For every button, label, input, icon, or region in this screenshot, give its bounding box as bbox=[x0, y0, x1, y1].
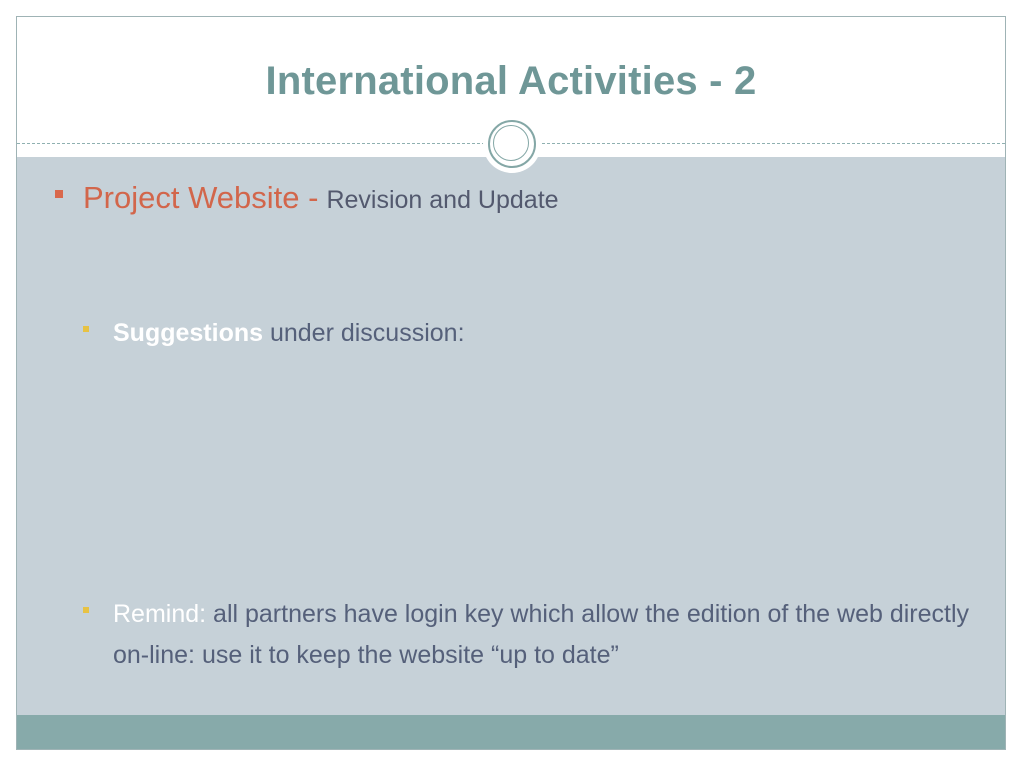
small-square-bullet-icon bbox=[83, 607, 89, 613]
bullet-subheading: Revision and Update bbox=[326, 186, 559, 214]
circle-ornament-icon bbox=[483, 115, 541, 173]
remind-label: Remind: bbox=[113, 600, 207, 628]
small-square-bullet-icon bbox=[83, 326, 89, 332]
remind-text: all partners have login key which allow … bbox=[113, 600, 970, 669]
slide-frame: International Activities - 2 Project Web… bbox=[16, 16, 1006, 750]
ornament-outer-ring bbox=[488, 120, 536, 168]
ornament-inner-ring bbox=[493, 125, 529, 161]
sub-bullet-text: Suggestions under discussion: bbox=[113, 313, 465, 354]
slide-title: International Activities - 2 bbox=[265, 59, 757, 103]
suggestions-text: under discussion: bbox=[263, 319, 465, 347]
sub-bullet-text: Remind: all partners have login key whic… bbox=[113, 594, 988, 676]
bullet-heading: Project Website - bbox=[83, 180, 319, 215]
suggestions-label: Suggestions bbox=[113, 319, 264, 347]
square-bullet-icon bbox=[55, 190, 63, 198]
footer-bar bbox=[17, 715, 1005, 749]
bullet-project-website: Project Website - Revision and Update bbox=[55, 180, 559, 216]
sub-bullet-remind: Remind: all partners have login key whic… bbox=[83, 594, 988, 676]
slide: International Activities - 2 Project Web… bbox=[0, 0, 1024, 768]
sub-bullet-suggestions: Suggestions under discussion: bbox=[83, 313, 988, 354]
